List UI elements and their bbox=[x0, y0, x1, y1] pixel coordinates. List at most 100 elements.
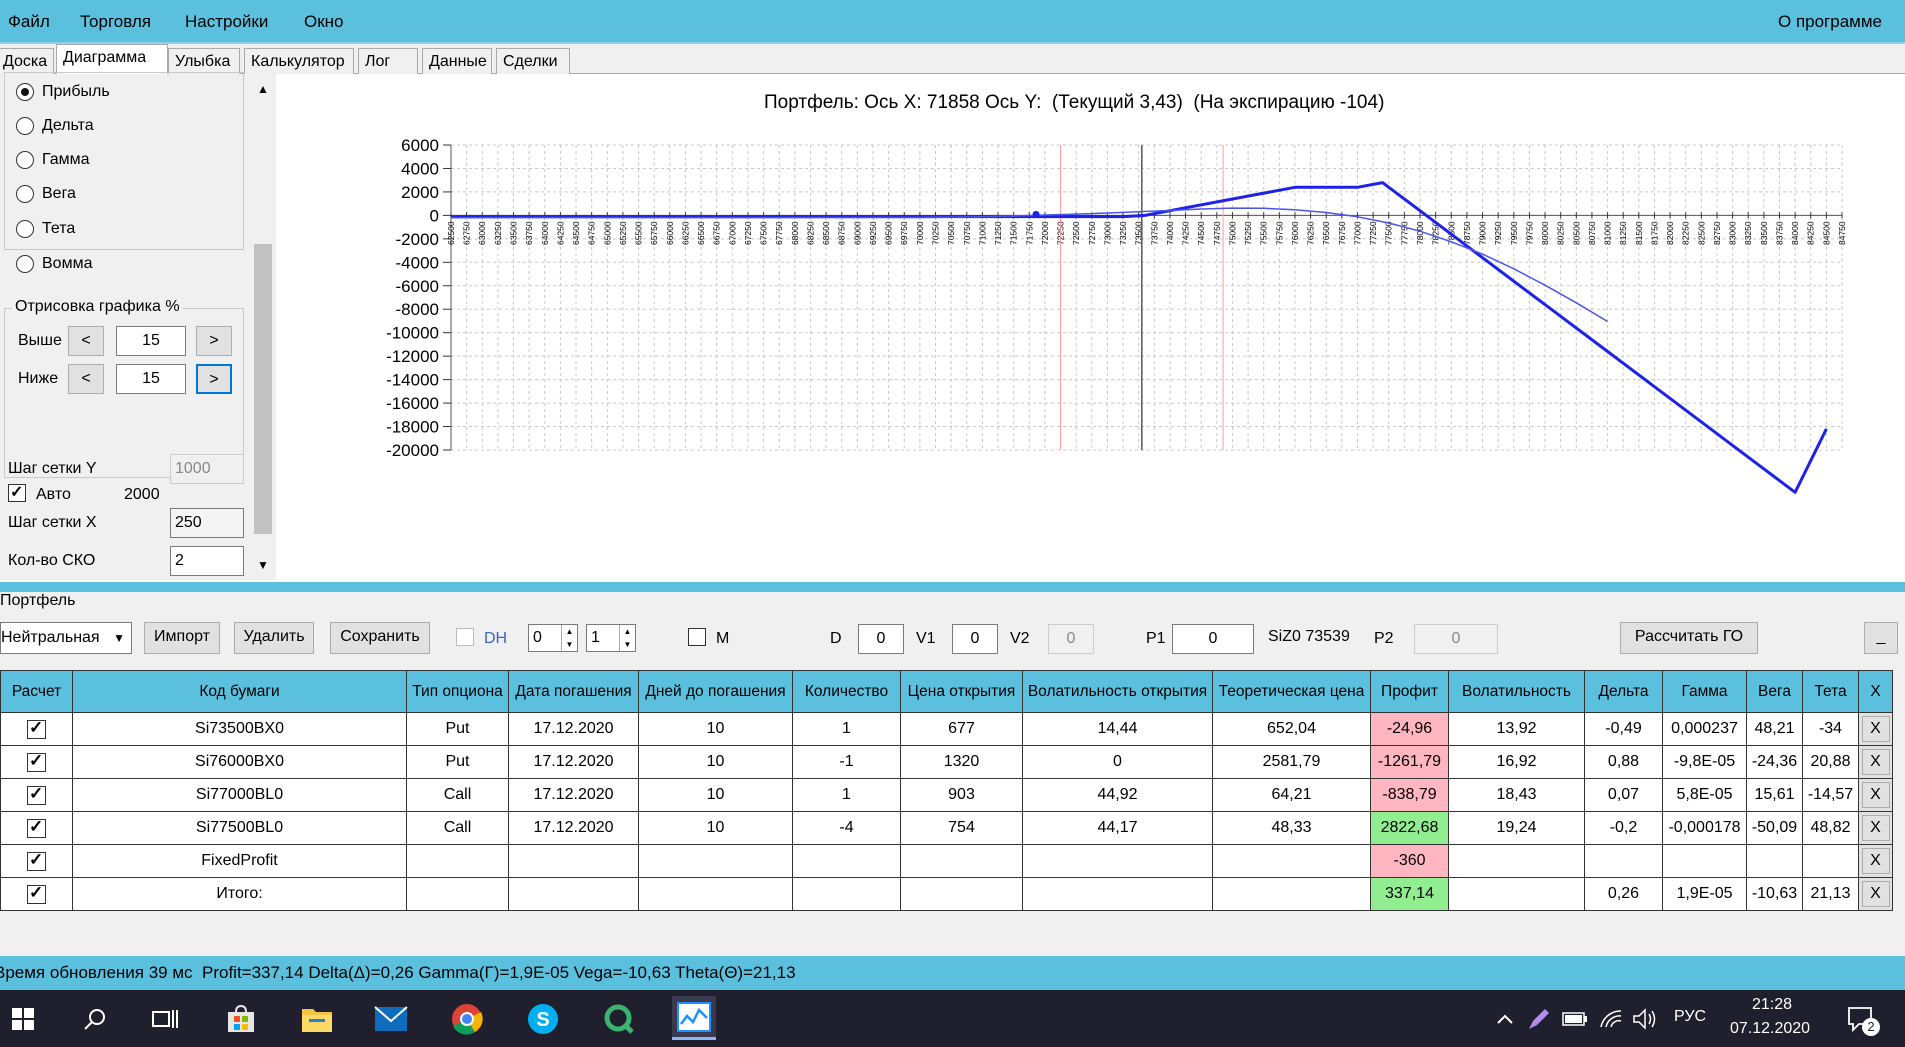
calc-checkbox[interactable] bbox=[27, 883, 46, 904]
spin-arrows-icon[interactable]: ▲ ▼ bbox=[561, 625, 577, 651]
d-field[interactable]: 0 bbox=[858, 624, 904, 654]
scroll-thumb[interactable] bbox=[254, 244, 272, 534]
calc-checkbox[interactable] bbox=[27, 850, 46, 871]
col-vol[interactable]: Волатильность bbox=[1448, 670, 1585, 713]
language-indicator[interactable]: РУС bbox=[1674, 1008, 1706, 1026]
remove-row-button[interactable]: X bbox=[1861, 848, 1890, 874]
calc-checkbox[interactable] bbox=[27, 817, 46, 838]
sko-field[interactable]: 2 bbox=[170, 546, 244, 576]
volume-icon[interactable] bbox=[1626, 1000, 1664, 1038]
auto-checkbox[interactable] bbox=[8, 482, 26, 502]
col-theo[interactable]: Теоретическая цена bbox=[1212, 670, 1371, 713]
above-value-field[interactable]: 15 bbox=[116, 326, 186, 356]
store-icon[interactable] bbox=[222, 1000, 260, 1038]
chrome-icon[interactable] bbox=[448, 1000, 486, 1038]
below-decrease-button[interactable]: < bbox=[68, 364, 104, 394]
tab-deals[interactable]: Сделки bbox=[496, 48, 570, 74]
col-vega[interactable]: Вега bbox=[1746, 670, 1803, 713]
remove-row-cell[interactable]: X bbox=[1858, 877, 1893, 911]
below-increase-button[interactable]: > bbox=[196, 364, 232, 394]
grid-step-x-field[interactable]: 250 bbox=[170, 508, 244, 538]
remove-row-button[interactable]: X bbox=[1861, 881, 1890, 907]
chevron-up-icon[interactable] bbox=[1486, 1000, 1524, 1038]
remove-row-button[interactable]: X bbox=[1861, 782, 1890, 808]
table-row[interactable]: Si73500BX0Put17.12.202010167714,44652,04… bbox=[0, 712, 1893, 746]
col-open[interactable]: Цена открытия bbox=[900, 670, 1023, 713]
file-explorer-icon[interactable] bbox=[298, 1000, 336, 1038]
splitter[interactable] bbox=[0, 582, 1905, 592]
remove-row-button[interactable]: X bbox=[1861, 815, 1890, 841]
radio-gamma[interactable]: Гамма bbox=[16, 148, 90, 172]
above-increase-button[interactable]: > bbox=[196, 326, 232, 356]
calc-go-button[interactable]: Рассчитать ГО bbox=[1620, 622, 1758, 654]
option-app-icon[interactable] bbox=[672, 996, 716, 1040]
battery-icon[interactable] bbox=[1556, 1000, 1594, 1038]
col-x[interactable]: X bbox=[1858, 670, 1893, 713]
strategy-select[interactable]: Нейтральная ▼ bbox=[0, 622, 132, 654]
calc-checkbox[interactable] bbox=[27, 784, 46, 805]
scroll-down-icon[interactable]: ▼ bbox=[257, 558, 269, 572]
tab-diagram[interactable]: Диаграмма bbox=[56, 44, 168, 75]
save-button[interactable]: Сохранить bbox=[330, 622, 430, 654]
spin2-field[interactable]: 1 ▲ ▼ bbox=[586, 624, 636, 652]
calc-checkbox[interactable] bbox=[27, 751, 46, 772]
tab-data[interactable]: Данные bbox=[422, 48, 492, 74]
radio-vomma[interactable]: Вомма bbox=[16, 252, 92, 276]
calc-checkbox-cell[interactable] bbox=[0, 745, 73, 779]
v1-field[interactable]: 0 bbox=[952, 624, 998, 654]
menu-window[interactable]: Окно bbox=[304, 12, 344, 32]
radio-delta[interactable]: Дельта bbox=[16, 114, 94, 138]
col-date[interactable]: Дата погашения bbox=[508, 670, 639, 713]
clock-date[interactable]: 07.12.2020 bbox=[1730, 1020, 1810, 1038]
col-theta[interactable]: Тета bbox=[1802, 670, 1859, 713]
col-qty[interactable]: Количество bbox=[792, 670, 901, 713]
calc-checkbox-cell[interactable] bbox=[0, 844, 73, 878]
mail-icon[interactable] bbox=[372, 1000, 410, 1038]
calc-checkbox-cell[interactable] bbox=[0, 712, 73, 746]
menu-trade[interactable]: Торговля bbox=[80, 12, 151, 32]
col-type[interactable]: Тип опциона bbox=[406, 670, 509, 713]
col-vol-open[interactable]: Волатильность открытия bbox=[1022, 670, 1213, 713]
p2-field[interactable]: 0 bbox=[1414, 624, 1498, 654]
radio-vega[interactable]: Вега bbox=[16, 182, 76, 206]
remove-row-cell[interactable]: X bbox=[1858, 811, 1893, 845]
menu-about[interactable]: О программе bbox=[1778, 12, 1882, 32]
table-row[interactable]: FixedProfit -360 X bbox=[0, 844, 1893, 878]
col-delta[interactable]: Дельта bbox=[1584, 670, 1663, 713]
remove-row-cell[interactable]: X bbox=[1858, 712, 1893, 746]
remove-row-cell[interactable]: X bbox=[1858, 745, 1893, 779]
tab-smile[interactable]: Улыбка bbox=[168, 48, 240, 74]
col-calc[interactable]: Расчет bbox=[0, 670, 73, 713]
grid-step-y-field[interactable]: 1000 bbox=[170, 454, 244, 484]
above-decrease-button[interactable]: < bbox=[68, 326, 104, 356]
skype-icon[interactable]: S bbox=[524, 1000, 562, 1038]
spin1-field[interactable]: 0 ▲ ▼ bbox=[528, 624, 578, 652]
below-value-field[interactable]: 15 bbox=[116, 364, 186, 394]
col-profit[interactable]: Профит bbox=[1370, 670, 1449, 713]
menu-settings[interactable]: Настройки bbox=[185, 12, 268, 32]
p1-field[interactable]: 0 bbox=[1172, 624, 1254, 654]
col-gamma[interactable]: Гамма bbox=[1662, 670, 1747, 713]
spin-arrows-icon[interactable]: ▲ ▼ bbox=[619, 625, 635, 651]
import-button[interactable]: Импорт bbox=[144, 622, 220, 654]
tab-calculator[interactable]: Калькулятор bbox=[244, 48, 354, 74]
table-row[interactable]: Si77500BL0Call17.12.202010-475444,1748,3… bbox=[0, 811, 1893, 845]
remove-row-cell[interactable]: X bbox=[1858, 778, 1893, 812]
quik-icon[interactable] bbox=[600, 1000, 638, 1038]
task-view-icon[interactable] bbox=[146, 1000, 184, 1038]
table-row[interactable]: Si76000BX0Put17.12.202010-1132002581,79-… bbox=[0, 745, 1893, 779]
v2-field[interactable]: 0 bbox=[1048, 624, 1094, 654]
table-row[interactable]: Si77000BL0Call17.12.202010190344,9264,21… bbox=[0, 778, 1893, 812]
menu-file[interactable]: Файл bbox=[8, 12, 50, 32]
remove-row-button[interactable]: X bbox=[1861, 749, 1890, 775]
radio-profit[interactable]: Прибыль bbox=[16, 80, 110, 104]
calc-checkbox-cell[interactable] bbox=[0, 778, 73, 812]
dh-checkbox[interactable] bbox=[456, 628, 474, 646]
remove-row-button[interactable]: X bbox=[1861, 716, 1890, 742]
tab-log[interactable]: Лог bbox=[358, 48, 418, 74]
calc-checkbox-cell[interactable] bbox=[0, 811, 73, 845]
tab-board[interactable]: Доска bbox=[0, 48, 54, 74]
calc-checkbox[interactable] bbox=[27, 718, 46, 739]
radio-theta[interactable]: Тета bbox=[16, 217, 75, 241]
col-code[interactable]: Код бумаги bbox=[72, 670, 407, 713]
